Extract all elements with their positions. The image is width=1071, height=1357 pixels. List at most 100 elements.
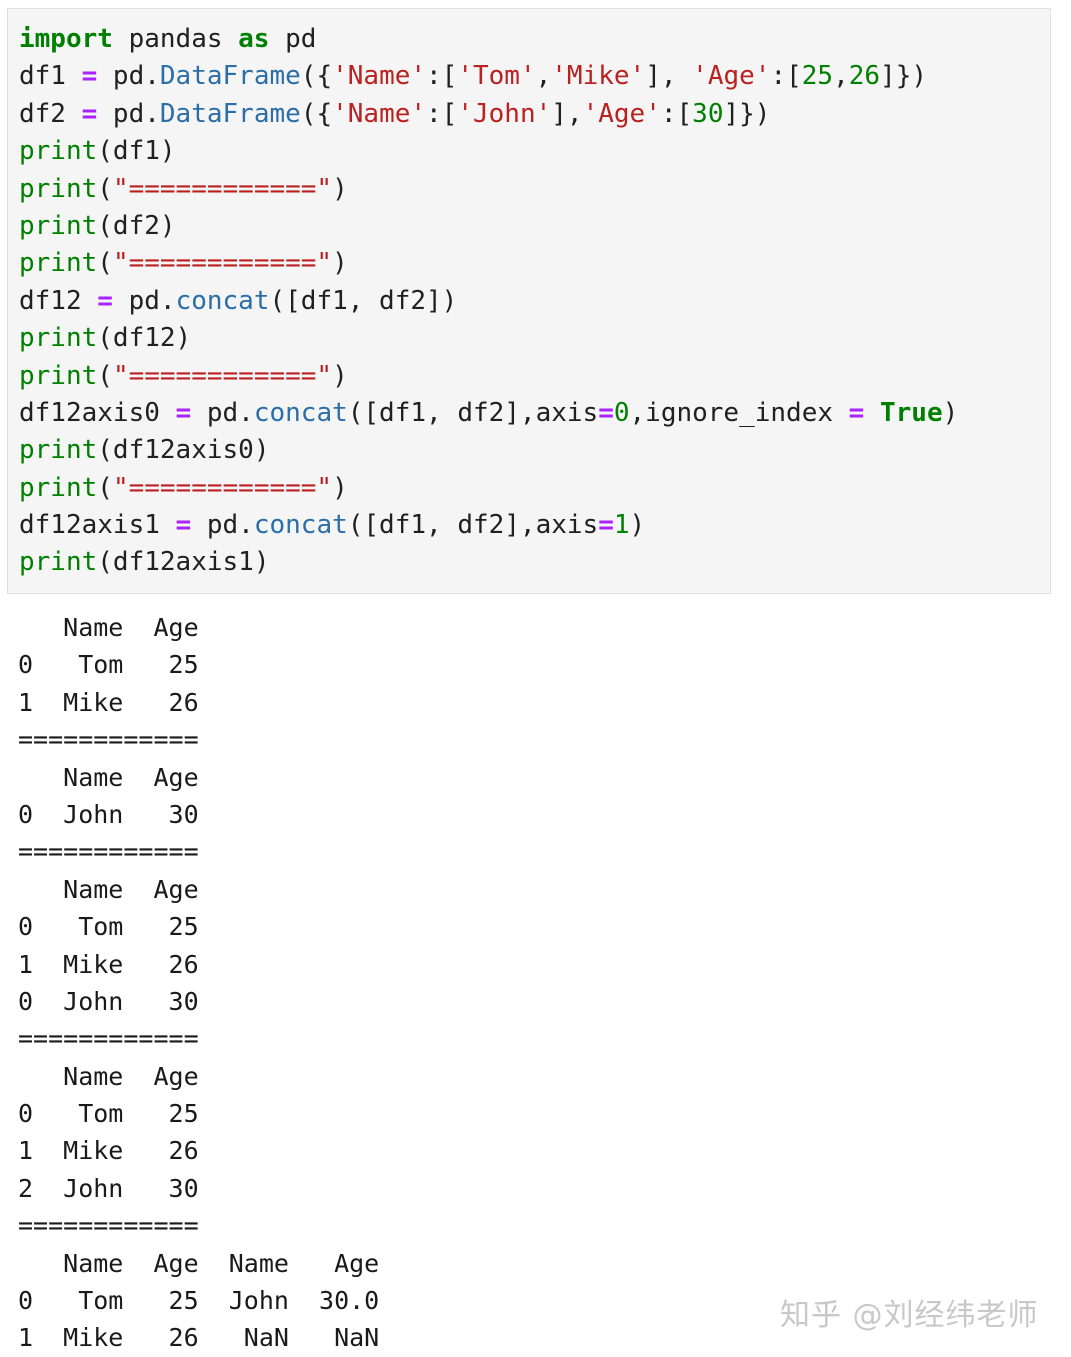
code-token: ([df1, df2]) — [269, 286, 457, 316]
output-line: ============ — [18, 1207, 379, 1244]
code-token: 'Tom' — [457, 61, 535, 91]
code-token: concat — [176, 286, 270, 316]
code-token: pd. — [97, 61, 160, 91]
output-line: 0 Tom 25 — [18, 908, 379, 945]
code-line: df2 = pd.DataFrame({'Name':['John'],'Age… — [19, 96, 958, 133]
output-line: 1 Mike 26 — [18, 1132, 379, 1169]
code-line: df12 = pd.concat([df1, df2]) — [19, 283, 958, 320]
code-token: = — [82, 99, 98, 129]
code-token: print — [19, 547, 97, 577]
code-token: ( — [97, 473, 113, 503]
code-token: import — [19, 24, 113, 54]
code-token: 1 — [614, 510, 630, 540]
code-line: print(df2) — [19, 208, 958, 245]
code-token: "============" — [113, 248, 332, 278]
code-token: :[ — [426, 61, 457, 91]
code-line: import pandas as pd — [19, 21, 958, 58]
code-token: "============" — [113, 473, 332, 503]
code-token: print — [19, 473, 97, 503]
output-line: 1 Mike 26 — [18, 684, 379, 721]
code-token: (df1) — [97, 136, 175, 166]
output-line: 0 Tom 25 — [18, 1095, 379, 1132]
code-token: (df12) — [97, 323, 191, 353]
code-token: (df2) — [97, 211, 175, 241]
code-token: ) — [332, 361, 348, 391]
code-line: print("============") — [19, 245, 958, 282]
code-line: df12axis0 = pd.concat([df1, df2],axis=0,… — [19, 395, 958, 432]
output-line: ============ — [18, 1020, 379, 1057]
code-token: print — [19, 323, 97, 353]
code-token: ], — [551, 99, 582, 129]
code-line: print("============") — [19, 358, 958, 395]
code-token: 26 — [849, 61, 880, 91]
code-token: 'Age' — [583, 99, 661, 129]
code-token: 30 — [692, 99, 723, 129]
code-token: pd — [269, 24, 316, 54]
code-line: print(df1) — [19, 133, 958, 170]
code-token: ,ignore_index — [630, 398, 849, 428]
code-token: 'Age' — [692, 61, 770, 91]
code-token: 0 — [614, 398, 630, 428]
code-token: "============" — [113, 361, 332, 391]
code-token: True — [880, 398, 943, 428]
code-token: (df12axis1) — [97, 547, 269, 577]
code-line: df12axis1 = pd.concat([df1, df2],axis=1) — [19, 507, 958, 544]
code-token: DataFrame — [160, 99, 301, 129]
watermark: 知乎 @刘经纬老师 — [780, 1290, 1039, 1334]
code-token: print — [19, 211, 97, 241]
code-token: print — [19, 435, 97, 465]
output-line: 0 Tom 25 — [18, 646, 379, 683]
code-token: pandas — [113, 24, 238, 54]
code-token: concat — [254, 510, 348, 540]
code-line: print(df12) — [19, 320, 958, 357]
output-line: 1 Mike 26 — [18, 946, 379, 983]
code-token: = — [82, 61, 98, 91]
code-token: , — [536, 61, 552, 91]
code-line: print(df12axis1) — [19, 544, 958, 581]
output-line: 0 John 30 — [18, 983, 379, 1020]
code-cell[interactable]: import pandas as pddf1 = pd.DataFrame({'… — [7, 8, 1051, 594]
code-line: print(df12axis0) — [19, 432, 958, 469]
code-token: df12axis1 — [19, 510, 176, 540]
code-editor[interactable]: import pandas as pddf1 = pd.DataFrame({'… — [19, 21, 958, 582]
code-token: ]}) — [880, 61, 927, 91]
output-line: ============ — [18, 833, 379, 870]
output-line: Name Age — [18, 1058, 379, 1095]
code-token: ) — [332, 473, 348, 503]
code-token: ]}) — [723, 99, 770, 129]
code-token: 'Name' — [332, 61, 426, 91]
code-token — [864, 398, 880, 428]
code-token: (df12axis0) — [97, 435, 269, 465]
code-token: ( — [97, 361, 113, 391]
output-line: 0 John 30 — [18, 796, 379, 833]
code-token: ([df1, df2],axis — [348, 398, 598, 428]
code-token: ) — [332, 248, 348, 278]
code-token: pd. — [191, 398, 254, 428]
code-token: ) — [630, 510, 646, 540]
code-token: ], — [645, 61, 692, 91]
output-line: Name Age — [18, 759, 379, 796]
code-token: print — [19, 136, 97, 166]
code-token: concat — [254, 398, 348, 428]
code-token: pd. — [97, 99, 160, 129]
code-token: DataFrame — [160, 61, 301, 91]
code-token: pd. — [113, 286, 176, 316]
code-token: df12 — [19, 286, 97, 316]
code-token: 'Mike' — [551, 61, 645, 91]
code-token: 25 — [802, 61, 833, 91]
code-token: :[ — [770, 61, 801, 91]
code-token: , — [833, 61, 849, 91]
code-token: print — [19, 361, 97, 391]
code-token: :[ — [426, 99, 457, 129]
code-token: = — [598, 398, 614, 428]
code-token: ( — [97, 248, 113, 278]
code-token: as — [238, 24, 269, 54]
code-token: ([df1, df2],axis — [348, 510, 598, 540]
code-token: = — [176, 510, 192, 540]
code-token: = — [97, 286, 113, 316]
code-token: print — [19, 174, 97, 204]
output-line: 2 John 30 — [18, 1170, 379, 1207]
code-token: df12axis0 — [19, 398, 176, 428]
code-token: :[ — [661, 99, 692, 129]
code-token: "============" — [113, 174, 332, 204]
